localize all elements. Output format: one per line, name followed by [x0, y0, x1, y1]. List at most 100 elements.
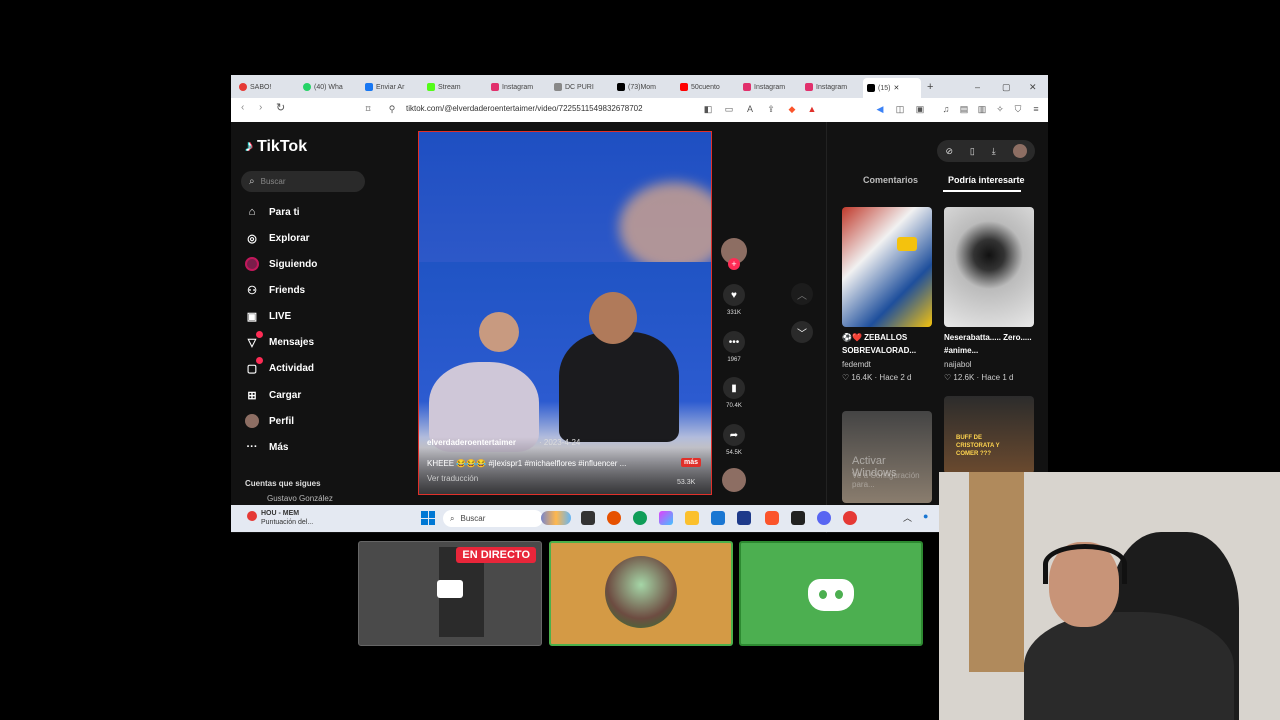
- bookmark-icon[interactable]: ⌑: [363, 104, 373, 114]
- share-button[interactable]: ➦ 54.5K: [719, 424, 749, 456]
- pip-icon[interactable]: ▯: [970, 146, 975, 157]
- browser-tab[interactable]: Instagram: [805, 79, 857, 95]
- time-text: · Hace 1 d: [976, 373, 1014, 382]
- close-window-button[interactable]: ✕: [1029, 79, 1037, 95]
- maximize-button[interactable]: ▢: [1002, 79, 1011, 95]
- new-tab-button[interactable]: +: [927, 79, 933, 95]
- vpn-icon[interactable]: ⛉: [1013, 104, 1023, 114]
- sidebar-icon[interactable]: ▤: [959, 104, 969, 114]
- forward-arrow-icon[interactable]: ›: [259, 102, 262, 113]
- tiktok-page: ♪ TikTok ⌕ Buscar ⌂ Para ti ◎ Explorar Sig…: [231, 122, 1048, 533]
- see-translation-link[interactable]: Ver traducción: [427, 474, 478, 483]
- tray-chevron-icon[interactable]: ︿: [903, 511, 912, 524]
- browser-tab[interactable]: Instagram: [743, 79, 795, 95]
- brave-icon[interactable]: [765, 511, 779, 525]
- nav-item-actividad[interactable]: ▢ Actividad: [245, 357, 314, 377]
- browser-tab[interactable]: Stream: [427, 79, 479, 95]
- share-icon[interactable]: ⇪: [766, 104, 776, 114]
- likes-text: ♡ 16.4K: [842, 373, 873, 382]
- file-explorer-icon[interactable]: [685, 511, 699, 525]
- user-avatar[interactable]: [1012, 144, 1027, 158]
- people-icon[interactable]: [541, 511, 571, 525]
- audio-icon[interactable]: ◀: [875, 104, 885, 114]
- tab-favicon-icon: [805, 83, 813, 91]
- download-icon[interactable]: ⤓: [992, 146, 996, 157]
- wallet-icon[interactable]: ▥: [977, 104, 987, 114]
- follow-plus-icon[interactable]: +: [728, 258, 740, 270]
- leo-icon[interactable]: ✧: [995, 104, 1005, 114]
- minimize-button[interactable]: –: [975, 79, 980, 95]
- browser-tab[interactable]: (73)Mom: [617, 79, 669, 95]
- video-player[interactable]: elverdaderoentertaimer · 2023-4-24 KHEEE…: [418, 131, 712, 495]
- nav-item-friends[interactable]: ⚇ Friends: [245, 281, 305, 299]
- search-input[interactable]: ⌕ Buscar: [241, 171, 365, 192]
- music-icon[interactable]: ♫: [941, 104, 951, 114]
- taskbar-search[interactable]: ⌕ Buscar: [443, 510, 543, 527]
- speed-icon[interactable]: ⊘: [945, 146, 953, 157]
- video-author[interactable]: elverdaderoentertaimer: [427, 438, 516, 447]
- store-icon[interactable]: [737, 511, 751, 525]
- microphone-icon[interactable]: ●: [923, 511, 928, 521]
- suggested-video-title[interactable]: Neserabatta..... Zero..... #anime...: [944, 331, 1034, 357]
- firefox-icon[interactable]: [607, 511, 621, 525]
- browser-tab[interactable]: SABO!: [239, 79, 291, 95]
- suggested-video-title[interactable]: ⚽❤️ ZEBALLOS SOBREVALORAD...: [842, 331, 932, 357]
- tab-comentarios[interactable]: Comentarios: [863, 175, 918, 185]
- music-disc-button[interactable]: [719, 468, 749, 492]
- following-account-item[interactable]: Gustavo González: [267, 494, 333, 503]
- tab-podria-interesarte[interactable]: Podría interesarte: [948, 175, 1025, 185]
- tab-favicon-icon: [427, 83, 435, 91]
- suggested-video-author[interactable]: naijabol: [944, 360, 972, 369]
- media-icon[interactable]: ◧: [703, 104, 713, 114]
- weather-widget[interactable]: HOU - MEM Puntuación del...: [261, 509, 313, 527]
- next-video-button[interactable]: ﹀: [791, 321, 813, 343]
- nav-item-para-ti[interactable]: ⌂ Para ti: [245, 203, 300, 221]
- save-button[interactable]: ▮ 70.4K: [719, 377, 749, 409]
- nav-item-siguiendo[interactable]: Siguiendo: [245, 255, 317, 273]
- copilot-icon[interactable]: [659, 511, 673, 525]
- back-arrow-icon[interactable]: ‹: [241, 102, 244, 113]
- nav-item-mas[interactable]: ··· Más: [245, 438, 289, 456]
- browser-tab-active[interactable]: (15) ✕: [863, 78, 921, 98]
- like-button[interactable]: ♥ 331K: [719, 284, 749, 316]
- nav-item-perfil[interactable]: Perfil: [245, 412, 294, 430]
- comment-button[interactable]: ••• 1967: [719, 331, 749, 363]
- brave-shield-icon[interactable]: ◆: [787, 104, 797, 114]
- chat-icon[interactable]: ◫: [895, 104, 905, 114]
- app-icon[interactable]: [843, 511, 857, 525]
- url-field[interactable]: tiktok.com/@elverdaderoentertaimer/video…: [406, 104, 643, 113]
- sticky-notes-icon[interactable]: [791, 511, 805, 525]
- discord-icon[interactable]: [817, 511, 831, 525]
- translate-icon[interactable]: A: [745, 104, 755, 114]
- browser-tab[interactable]: (40) Wha: [303, 79, 355, 95]
- suggested-video-thumbnail[interactable]: Activar Windows Ve a Configuración para.…: [842, 411, 932, 503]
- menu-icon[interactable]: ≡: [1031, 104, 1041, 114]
- nav-item-explorar[interactable]: ◎ Explorar: [245, 229, 309, 247]
- task-view-icon[interactable]: [581, 511, 595, 525]
- suggested-video-thumbnail[interactable]: BUFF DE CRISTORATA Y COMER ???: [944, 396, 1034, 474]
- suggested-video-thumbnail[interactable]: [842, 207, 932, 327]
- nav-item-cargar[interactable]: ⊞ Cargar: [245, 386, 301, 404]
- nav-item-live[interactable]: ▣ LIVE: [245, 307, 291, 325]
- nav-item-mensajes[interactable]: ▽ Mensajes: [245, 331, 314, 351]
- browser-tab[interactable]: Instagram: [491, 79, 543, 95]
- tab-label: (40) Wha: [314, 83, 343, 91]
- suggested-video-author[interactable]: fedemdt: [842, 360, 871, 369]
- reload-icon[interactable]: ↻: [276, 101, 285, 114]
- site-info-icon[interactable]: ⚲: [387, 104, 397, 114]
- start-button[interactable]: [421, 511, 435, 525]
- mail-icon[interactable]: [711, 511, 725, 525]
- brave-rewards-icon[interactable]: ▲: [807, 104, 817, 114]
- tiktok-logo[interactable]: ♪ TikTok: [245, 138, 307, 156]
- browser-tab[interactable]: Enviar Ar: [365, 79, 417, 95]
- extensions-icon[interactable]: ▣: [915, 104, 925, 114]
- close-tab-icon[interactable]: ✕: [893, 84, 899, 92]
- browser-tab[interactable]: 50cuento: [680, 79, 732, 95]
- previous-video-button[interactable]: ︿: [791, 283, 813, 305]
- screen-icon[interactable]: ▭: [724, 104, 734, 114]
- caption-more-button[interactable]: más: [681, 458, 702, 467]
- edge-icon[interactable]: [633, 511, 647, 525]
- author-avatar-button[interactable]: +: [719, 238, 749, 270]
- suggested-video-thumbnail[interactable]: [944, 207, 1034, 327]
- browser-tab[interactable]: DC PURI: [554, 79, 606, 95]
